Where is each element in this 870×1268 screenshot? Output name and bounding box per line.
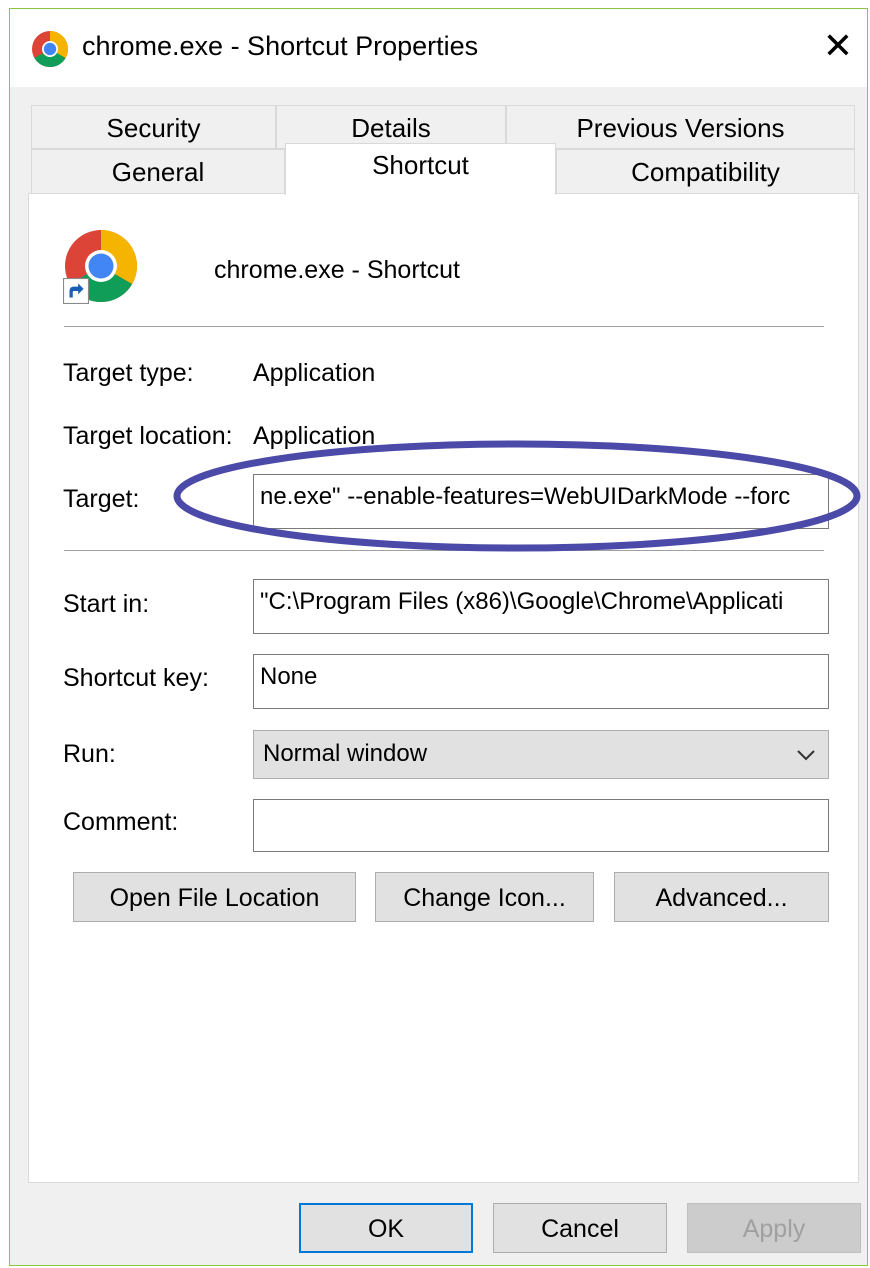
separator [64, 326, 824, 327]
ok-button[interactable]: OK [299, 1203, 473, 1253]
change-icon-button[interactable]: Change Icon... [375, 872, 594, 922]
chevron-down-icon [797, 750, 815, 761]
tab-previous-versions[interactable]: Previous Versions [506, 105, 855, 149]
tab-label: Details [351, 113, 431, 143]
shortcut-key-label: Shortcut key: [63, 664, 209, 692]
tab-label: Previous Versions [576, 113, 785, 143]
run-value: Normal window [263, 740, 428, 767]
properties-dialog: chrome.exe - Shortcut Properties ✕ Secur… [9, 8, 868, 1266]
shortcut-key-value: None [260, 663, 318, 690]
tab-label: Security [106, 113, 201, 143]
tab-general[interactable]: General [31, 149, 285, 194]
close-icon[interactable]: ✕ [815, 23, 861, 69]
button-label: Change Icon... [403, 884, 566, 912]
target-value: ne.exe" --enable-features=WebUIDarkMode … [260, 483, 791, 510]
comment-label: Comment: [63, 808, 179, 836]
shortcut-key-field[interactable]: None [253, 654, 829, 709]
button-label: Apply [742, 1215, 806, 1243]
run-label: Run: [63, 740, 116, 768]
start-in-value: "C:\Program Files (x86)\Google\Chrome\Ap… [260, 588, 784, 615]
target-label: Target: [63, 485, 140, 513]
tab-shortcut[interactable]: Shortcut [285, 143, 556, 195]
shortcut-name: chrome.exe - Shortcut [214, 256, 460, 284]
button-label: OK [367, 1215, 405, 1243]
comment-field[interactable] [253, 799, 829, 852]
title-bar: chrome.exe - Shortcut Properties ✕ [10, 9, 867, 87]
tab-compatibility[interactable]: Compatibility [556, 149, 855, 194]
target-location-label: Target location: [63, 422, 233, 450]
advanced-button[interactable]: Advanced... [614, 872, 829, 922]
button-label: Cancel [541, 1215, 619, 1243]
apply-button: Apply [687, 1203, 861, 1253]
button-label: Open File Location [109, 884, 320, 912]
start-in-label: Start in: [63, 590, 150, 618]
target-field[interactable]: ne.exe" --enable-features=WebUIDarkMode … [253, 474, 829, 529]
shortcut-panel: chrome.exe - Shortcut Target type: Appli… [28, 193, 859, 1183]
shortcut-arrow-icon [63, 278, 89, 304]
run-select[interactable]: Normal window [253, 730, 829, 779]
cancel-button[interactable]: Cancel [493, 1203, 667, 1253]
start-in-field[interactable]: "C:\Program Files (x86)\Google\Chrome\Ap… [253, 579, 829, 634]
target-type-value: Application [253, 359, 376, 387]
tab-label: General [111, 157, 205, 187]
separator [64, 550, 824, 551]
open-file-location-button[interactable]: Open File Location [73, 872, 356, 922]
button-label: Advanced... [655, 884, 788, 912]
tab-security[interactable]: Security [31, 105, 276, 149]
tab-label: Compatibility [631, 157, 780, 187]
target-location-value: Application [253, 422, 376, 450]
window-title: chrome.exe - Shortcut Properties [82, 31, 479, 61]
target-type-label: Target type: [63, 359, 194, 387]
tab-label: Shortcut [372, 150, 469, 180]
chrome-icon [32, 30, 69, 68]
